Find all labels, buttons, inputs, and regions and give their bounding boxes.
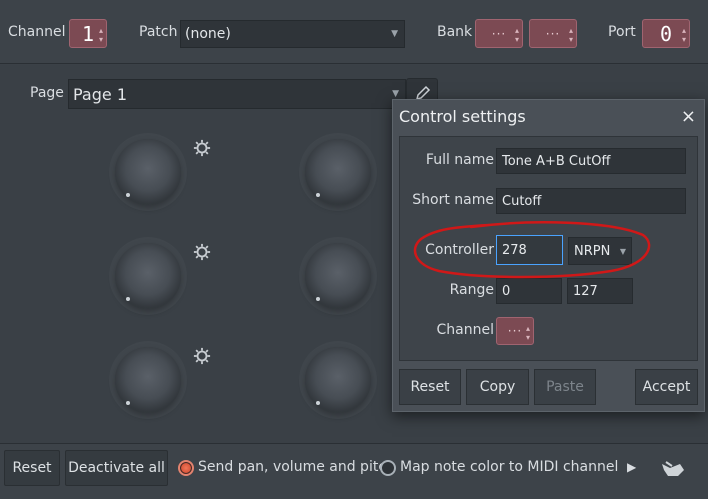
channel-selector[interactable]: ··· ▴ ▾ (496, 317, 534, 345)
map-note-radio[interactable] (380, 460, 396, 476)
short-name-value: Cutoff (502, 193, 542, 209)
gear-icon[interactable] (193, 139, 211, 157)
spin-arrows-icon: ▴ ▾ (98, 26, 103, 44)
port-label: Port (608, 24, 636, 40)
page-dropdown[interactable]: Page 1 ▼ (68, 79, 406, 109)
short-name-label: Short name (412, 192, 494, 208)
patch-label: Patch (139, 24, 178, 40)
knob[interactable] (305, 347, 371, 413)
short-name-field[interactable]: Cutoff (496, 188, 686, 214)
range-min-value: 0 (502, 283, 511, 299)
deactivate-all-button[interactable]: Deactivate all (65, 450, 168, 486)
bank-msb-selector[interactable]: ··· ▴ ▾ (475, 19, 523, 48)
close-icon[interactable]: × (681, 106, 696, 127)
full-name-field[interactable]: Tone A+B CutOff (496, 148, 686, 174)
bank-label: Bank (437, 24, 473, 40)
range-min-field[interactable]: 0 (496, 278, 562, 304)
spin-arrows-icon: ▴ ▾ (568, 26, 573, 44)
page-label: Page (30, 85, 64, 101)
knob[interactable] (115, 139, 181, 205)
chevron-down-icon: ▼ (391, 29, 398, 39)
port-value: 0 (659, 21, 673, 46)
channel-value: ··· (507, 324, 523, 338)
spin-arrows-icon: ▴ ▾ (514, 26, 519, 44)
map-note-label: Map note color to MIDI channel (400, 459, 619, 475)
knob[interactable] (305, 243, 371, 309)
knob[interactable] (305, 139, 371, 205)
full-name-label: Full name (425, 152, 494, 168)
range-max-value: 127 (573, 283, 598, 299)
patch-value: (none) (185, 26, 231, 42)
channel-label: Channel (436, 322, 494, 338)
channel-label: Channel (8, 24, 66, 40)
accept-button[interactable]: Accept (635, 369, 698, 405)
range-max-field[interactable]: 127 (567, 278, 633, 304)
dialog-reset-button[interactable]: Reset (399, 369, 461, 405)
spin-arrows-icon: ▴ ▾ (681, 26, 686, 44)
copy-button[interactable]: Copy (466, 369, 529, 405)
dialog-title: Control settings (399, 107, 526, 126)
send-pan-radio[interactable] (178, 460, 194, 476)
knob[interactable] (115, 347, 181, 413)
paste-button[interactable]: Paste (534, 369, 596, 405)
page-value: Page 1 (73, 84, 127, 104)
patch-dropdown[interactable]: (none) ▼ (180, 20, 405, 48)
send-pan-label: Send pan, volume and pitch (198, 459, 395, 475)
channel-selector[interactable]: 1 ▴ ▾ (69, 19, 107, 48)
top-toolbar: Channel 1 ▴ ▾ Patch (none) ▼ Bank ··· ▴ ▾ … (0, 0, 708, 64)
bottom-toolbar: Reset Deactivate all Send pan, volume an… (0, 443, 708, 499)
gear-icon[interactable] (193, 243, 211, 261)
gear-icon[interactable] (193, 347, 211, 365)
knob[interactable] (115, 243, 181, 309)
hand-cursor-icon[interactable] (660, 458, 686, 480)
spin-arrows-icon: ▴ ▾ (525, 324, 530, 342)
range-label: Range (449, 282, 494, 298)
chevron-down-icon: ▼ (392, 89, 399, 99)
port-selector[interactable]: 0 ▴ ▾ (642, 19, 690, 48)
bank-lsb-selector[interactable]: ··· ▴ ▾ (529, 19, 577, 48)
bank-msb-value: ··· (491, 26, 507, 41)
full-name-value: Tone A+B CutOff (502, 153, 611, 169)
reset-button[interactable]: Reset (4, 450, 60, 486)
bank-lsb-value: ··· (545, 26, 561, 41)
annotation-circle (413, 221, 651, 279)
channel-value: 1 (81, 21, 95, 46)
play-arrow-icon[interactable]: ▶ (627, 460, 636, 474)
